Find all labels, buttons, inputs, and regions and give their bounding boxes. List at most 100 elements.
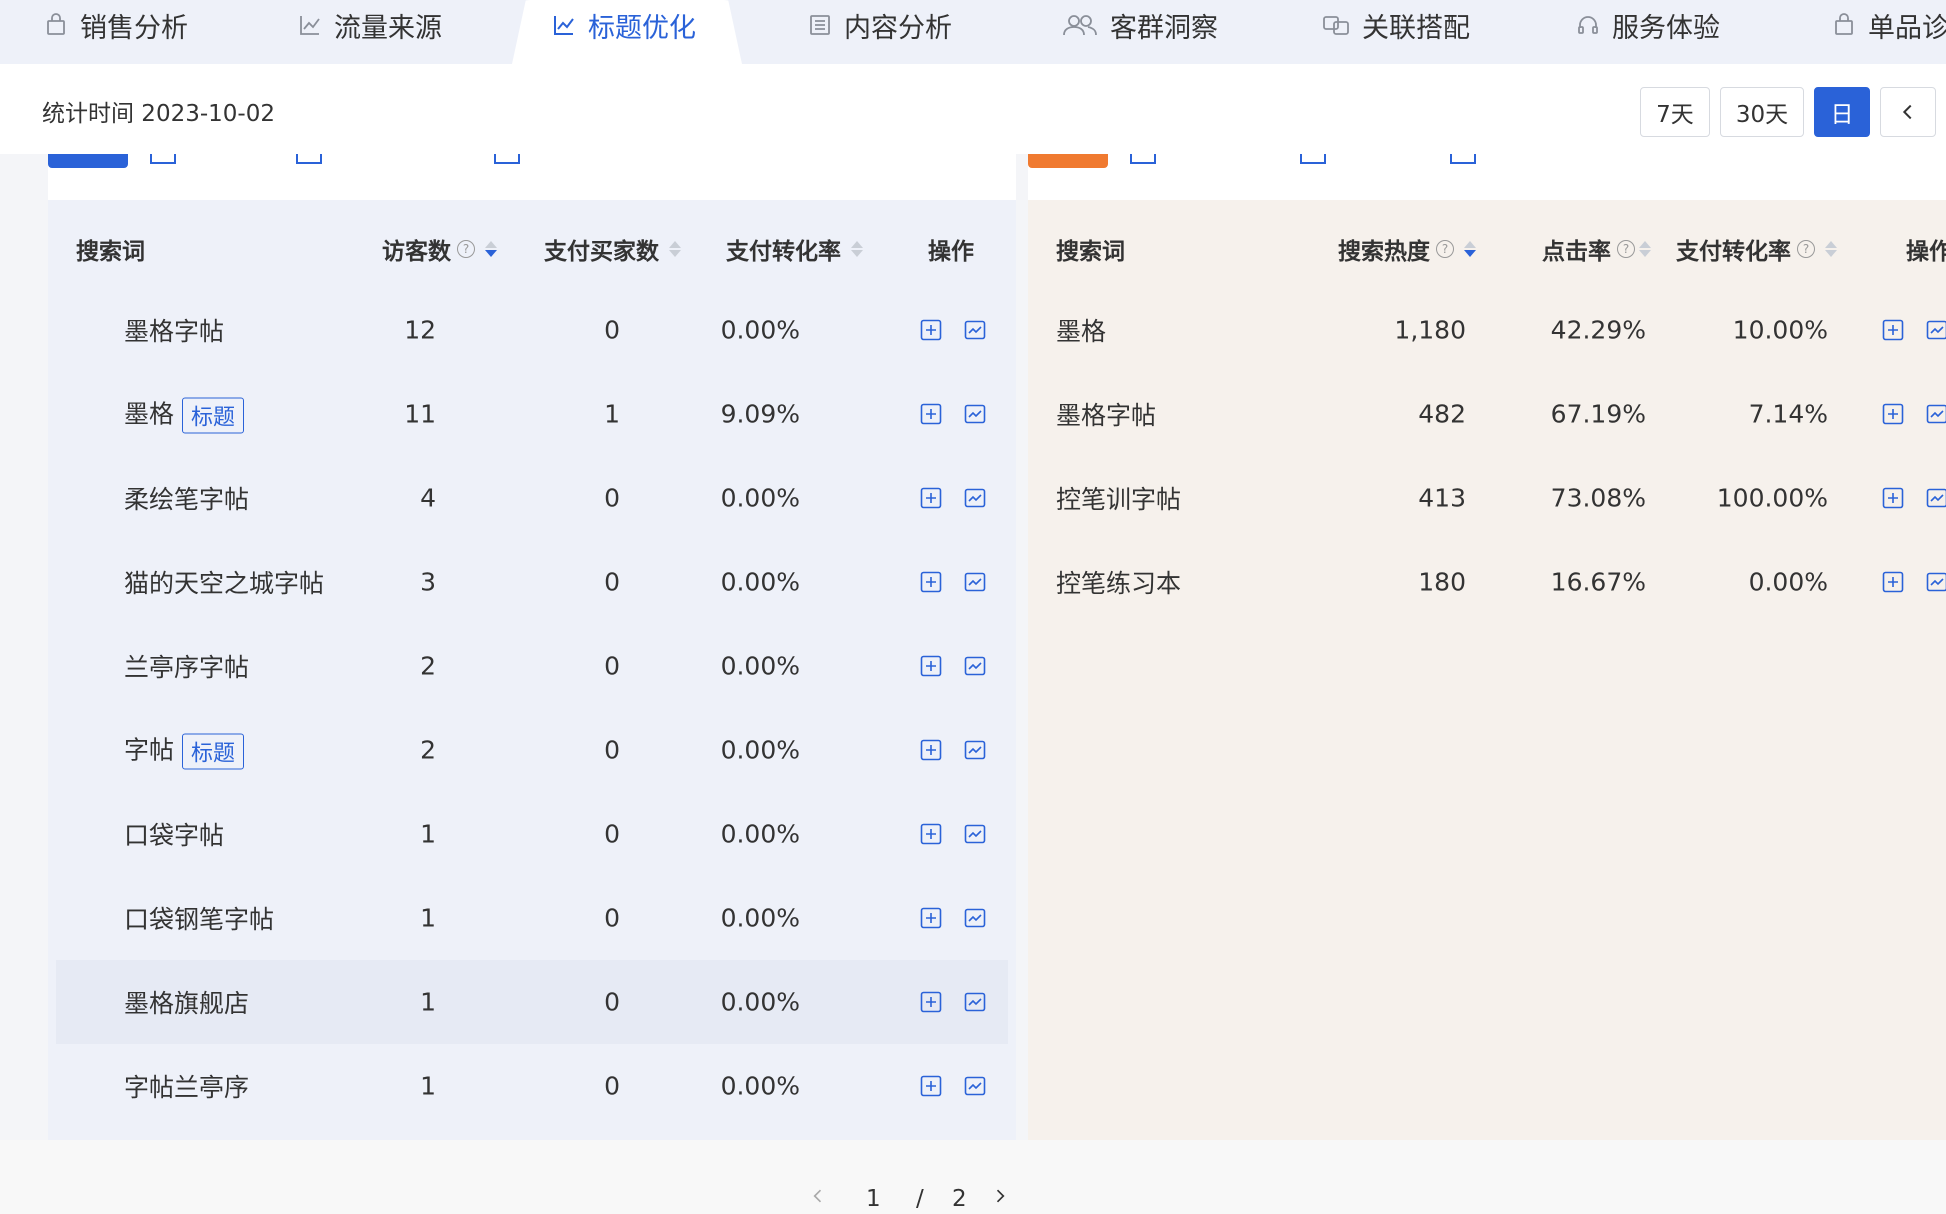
trend-chart-icon[interactable] — [1926, 403, 1946, 425]
cell-heat: 413 — [1418, 483, 1466, 513]
checkbox-fragment — [1450, 154, 1476, 164]
chevron-right-icon — [996, 1189, 1005, 1203]
add-icon[interactable] — [920, 1075, 942, 1097]
trend-chart-icon[interactable] — [964, 823, 986, 845]
tab-label: 服务体验 — [1612, 12, 1720, 44]
trend-chart-icon[interactable] — [964, 655, 986, 677]
trend-chart-icon[interactable] — [964, 319, 986, 341]
keyword-cell: 墨格旗舰店 — [124, 984, 249, 1020]
add-icon[interactable] — [920, 319, 942, 341]
keyword-text: 字帖 — [124, 735, 175, 765]
sort-icon[interactable] — [1639, 241, 1651, 257]
cell-conversion: 10.00% — [1732, 315, 1828, 345]
table-row: 字帖 标题 2 0 0.00% — [48, 708, 1016, 792]
chevron-left-icon — [1902, 104, 1912, 120]
tab-label: 客群洞察 — [1110, 12, 1218, 44]
headset-icon — [1576, 13, 1600, 37]
add-icon[interactable] — [1882, 487, 1904, 509]
col-header-ctr[interactable]: 点击率 ? — [1542, 232, 1651, 266]
add-icon[interactable] — [1882, 571, 1904, 593]
add-icon[interactable] — [920, 823, 942, 845]
tab-label: 关联搭配 — [1362, 12, 1470, 44]
cell-visitors: 2 — [420, 651, 436, 681]
table-row: 口袋钢笔字帖 1 0 0.00% — [48, 876, 1016, 960]
pager-prev-button[interactable] — [808, 1186, 828, 1212]
col-header-conversion[interactable]: 支付转化率 ? — [1676, 232, 1837, 266]
tab-service-experience[interactable]: 服务体验 — [1576, 0, 1720, 50]
tab-content-analysis[interactable]: 内容分析 — [808, 0, 952, 50]
pager-current: 1 — [866, 1186, 881, 1212]
keyword-text: 猫的天空之城字帖 — [124, 569, 325, 598]
help-icon[interactable]: ? — [1797, 240, 1815, 258]
cell-conversion: 0.00% — [720, 735, 800, 765]
period-7d-button[interactable]: 7天 — [1640, 87, 1710, 137]
tab-label: 标题优化 — [588, 12, 696, 44]
keyword-cell: 猫的天空之城字帖 — [124, 564, 324, 600]
cell-buyers: 0 — [604, 735, 620, 765]
trend-chart-icon[interactable] — [964, 907, 986, 929]
cell-conversion: 0.00% — [1748, 567, 1828, 597]
col-header-label: 支付买家数 — [544, 239, 659, 265]
sort-icon[interactable] — [1825, 241, 1837, 257]
add-icon[interactable] — [1882, 319, 1904, 341]
add-icon[interactable] — [920, 571, 942, 593]
table-row: 控笔训字帖 413 73.08% 100.00% — [1028, 456, 1946, 540]
help-icon[interactable]: ? — [1436, 240, 1454, 258]
tab-sales-analysis[interactable]: 销售分析 — [44, 0, 188, 50]
add-icon[interactable] — [920, 739, 942, 761]
checkbox-fragment — [296, 154, 322, 164]
tab-traffic-source[interactable]: 流量来源 — [298, 0, 442, 50]
cell-heat: 180 — [1418, 567, 1466, 597]
col-header-keyword: 搜索词 — [76, 239, 145, 265]
trend-chart-icon[interactable] — [1926, 487, 1946, 509]
cell-buyers: 0 — [604, 819, 620, 849]
title-tag: 标题 — [182, 397, 245, 434]
keyword-text: 口袋字帖 — [124, 821, 225, 850]
col-header-conversion[interactable]: 支付转化率 — [726, 232, 863, 266]
cell-buyers: 0 — [604, 1071, 620, 1101]
trend-chart-icon[interactable] — [1926, 571, 1946, 593]
col-header-buyers[interactable]: 支付买家数 — [544, 232, 681, 266]
col-header-search-heat[interactable]: 搜索热度 ? — [1338, 232, 1476, 266]
cell-visitors: 1 — [420, 903, 436, 933]
add-icon[interactable] — [920, 487, 942, 509]
tab-customer-insight[interactable]: 客群洞察 — [1062, 0, 1218, 50]
sort-icon[interactable] — [851, 241, 863, 257]
trend-chart-icon[interactable] — [964, 1075, 986, 1097]
tab-single-item-diagnosis[interactable]: 单品诊 — [1832, 0, 1946, 50]
sort-icon[interactable] — [669, 241, 681, 257]
col-header-visitors[interactable]: 访客数 ? — [382, 232, 497, 266]
col-header-keyword: 搜索词 — [1056, 239, 1125, 265]
add-icon[interactable] — [1882, 403, 1904, 425]
prev-date-button[interactable] — [1880, 87, 1936, 137]
period-day-button[interactable]: 日 — [1814, 87, 1870, 137]
col-header-label: 访客数 — [382, 239, 451, 265]
sort-icon[interactable] — [1464, 241, 1476, 257]
cell-conversion: 0.00% — [720, 567, 800, 597]
trend-chart-icon[interactable] — [964, 403, 986, 425]
tab-related-matching[interactable]: 关联搭配 — [1322, 0, 1470, 50]
help-icon[interactable]: ? — [457, 240, 475, 258]
keyword-cell: 字帖 标题 — [124, 731, 245, 770]
add-icon[interactable] — [920, 991, 942, 1013]
add-icon[interactable] — [920, 403, 942, 425]
sort-icon[interactable] — [485, 241, 497, 257]
stat-time: 统计时间 2023-10-02 — [42, 101, 275, 127]
table-row: 控笔练习本 180 16.67% 0.00% — [1028, 540, 1946, 624]
right-legend-strip — [1028, 154, 1946, 200]
left-strip-accent — [48, 154, 128, 168]
add-icon[interactable] — [920, 907, 942, 929]
period-30d-button[interactable]: 30天 — [1720, 87, 1804, 137]
trend-chart-icon[interactable] — [1926, 319, 1946, 341]
trend-chart-icon[interactable] — [964, 739, 986, 761]
keyword-text: 墨格旗舰店 — [124, 989, 250, 1018]
chevron-left-icon — [813, 1189, 822, 1203]
help-icon[interactable]: ? — [1617, 240, 1635, 258]
tab-title-optimization[interactable]: 标题优化 — [552, 0, 696, 50]
add-icon[interactable] — [920, 655, 942, 677]
trend-chart-icon[interactable] — [964, 991, 986, 1013]
pager-next-button[interactable] — [990, 1186, 1010, 1212]
col-header-label: 支付转化率 — [726, 239, 841, 265]
trend-chart-icon[interactable] — [964, 571, 986, 593]
trend-chart-icon[interactable] — [964, 487, 986, 509]
